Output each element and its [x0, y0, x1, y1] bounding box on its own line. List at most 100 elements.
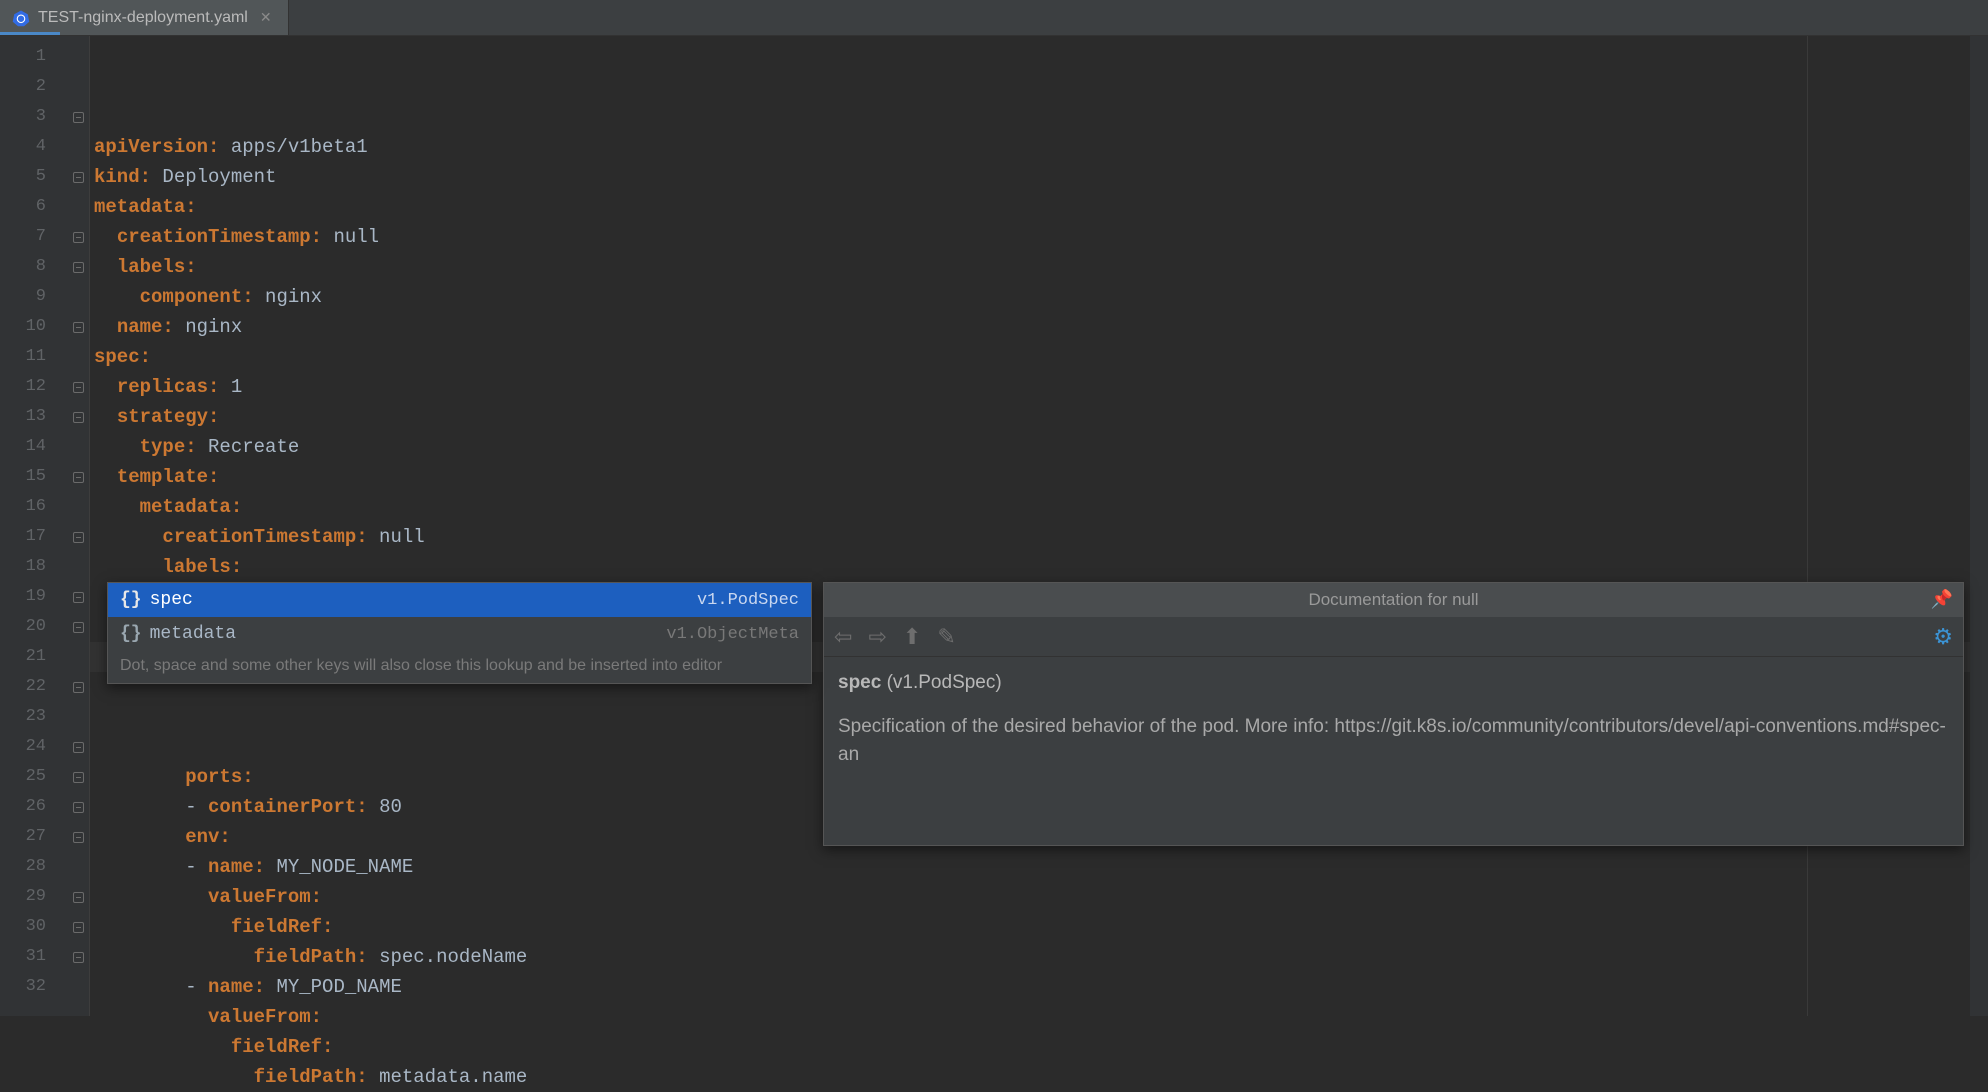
fold-toggle-icon[interactable] [73, 112, 84, 123]
forward-icon[interactable]: ⇨ [868, 624, 886, 650]
editor[interactable]: 1234567891011121314151617181920212223242… [0, 36, 1988, 1016]
gear-icon[interactable]: ⚙ [1933, 624, 1953, 650]
line-number: 1 [0, 42, 68, 72]
code-line[interactable]: valueFrom: [90, 882, 1988, 912]
fold-toggle-icon[interactable] [73, 172, 84, 183]
code-line[interactable]: strategy: [90, 402, 1988, 432]
doc-title: Documentation for null [1308, 590, 1478, 610]
line-number: 24 [0, 732, 68, 762]
line-number: 3 [0, 102, 68, 132]
line-number: 4 [0, 132, 68, 162]
line-number: 19 [0, 582, 68, 612]
line-number: 11 [0, 342, 68, 372]
code-line[interactable]: metadata: [90, 192, 1988, 222]
code-line[interactable]: valueFrom: [90, 1002, 1988, 1032]
line-number: 32 [0, 972, 68, 1002]
fold-toggle-icon[interactable] [73, 922, 84, 933]
code-line[interactable]: creationTimestamp: null [90, 222, 1988, 252]
code-line[interactable]: replicas: 1 [90, 372, 1988, 402]
fold-toggle-icon[interactable] [73, 262, 84, 273]
code-line[interactable]: creationTimestamp: null [90, 522, 1988, 552]
line-number: 26 [0, 792, 68, 822]
doc-toolbar: ⇦ ⇨ ⬆ ✎ ⚙ [824, 617, 1963, 657]
line-number: 12 [0, 372, 68, 402]
fold-toggle-icon[interactable] [73, 382, 84, 393]
line-number: 27 [0, 822, 68, 852]
right-margin-line [1807, 36, 1808, 1016]
fold-toggle-icon[interactable] [73, 892, 84, 903]
line-number-gutter: 1234567891011121314151617181920212223242… [0, 36, 68, 1016]
code-line[interactable]: spec: [90, 342, 1988, 372]
code-line[interactable]: fieldRef: [90, 912, 1988, 942]
code-line[interactable]: - name: MY_NODE_NAME [90, 852, 1988, 882]
code-line[interactable]: fieldRef: [90, 1032, 1988, 1062]
code-line[interactable]: apiVersion: apps/v1beta1 [90, 132, 1988, 162]
doc-body: spec (v1.PodSpec) Specification of the d… [824, 657, 1963, 781]
fold-toggle-icon[interactable] [73, 832, 84, 843]
code-area[interactable]: apiVersion: apps/v1beta1kind: Deployment… [90, 36, 1988, 1016]
code-line[interactable]: name: nginx [90, 312, 1988, 342]
line-number: 22 [0, 672, 68, 702]
object-icon: {} [120, 624, 142, 644]
fold-column [68, 36, 90, 1016]
kubernetes-icon [12, 9, 30, 27]
code-line[interactable]: component: nginx [90, 282, 1988, 312]
line-number: 14 [0, 432, 68, 462]
line-number: 8 [0, 252, 68, 282]
fold-toggle-icon[interactable] [73, 592, 84, 603]
fold-toggle-icon[interactable] [73, 742, 84, 753]
code-line[interactable]: fieldPath: metadata.name [90, 1062, 1988, 1092]
code-line[interactable]: labels: [90, 252, 1988, 282]
line-number: 21 [0, 642, 68, 672]
autocomplete-popup: {}specv1.PodSpec{}metadatav1.ObjectMeta … [107, 582, 812, 684]
marker-strip [1970, 36, 1988, 1016]
close-icon[interactable]: ✕ [256, 9, 276, 26]
fold-toggle-icon[interactable] [73, 772, 84, 783]
code-line[interactable]: kind: Deployment [90, 162, 1988, 192]
fold-toggle-icon[interactable] [73, 952, 84, 963]
autocomplete-item-type: v1.PodSpec [697, 591, 799, 610]
fold-toggle-icon[interactable] [73, 472, 84, 483]
line-number: 2 [0, 72, 68, 102]
autocomplete-item-type: v1.ObjectMeta [666, 625, 799, 644]
fold-toggle-icon[interactable] [73, 532, 84, 543]
code-line[interactable]: fieldPath: spec.nodeName [90, 942, 1988, 972]
fold-toggle-icon[interactable] [73, 412, 84, 423]
pin-icon[interactable]: 📌 [1931, 589, 1953, 610]
line-number: 20 [0, 612, 68, 642]
line-number: 31 [0, 942, 68, 972]
code-line[interactable]: metadata: [90, 492, 1988, 522]
up-icon[interactable]: ⬆ [903, 624, 921, 650]
code-line[interactable]: labels: [90, 552, 1988, 582]
line-number: 29 [0, 882, 68, 912]
doc-signature: spec (v1.PodSpec) [838, 669, 1949, 697]
fold-toggle-icon[interactable] [73, 232, 84, 243]
line-number: 18 [0, 552, 68, 582]
autocomplete-item[interactable]: {}specv1.PodSpec [108, 583, 811, 617]
line-number: 28 [0, 852, 68, 882]
fold-toggle-icon[interactable] [73, 802, 84, 813]
autocomplete-item-name: metadata [150, 624, 667, 644]
code-line[interactable]: template: [90, 462, 1988, 492]
fold-toggle-icon[interactable] [73, 682, 84, 693]
autocomplete-item-name: spec [150, 590, 697, 610]
code-line[interactable]: - name: MY_POD_NAME [90, 972, 1988, 1002]
line-number: 25 [0, 762, 68, 792]
doc-title-bar: Documentation for null 📌 [824, 583, 1963, 617]
line-number: 15 [0, 462, 68, 492]
file-tab[interactable]: TEST-nginx-deployment.yaml ✕ [0, 0, 289, 35]
edit-source-icon[interactable]: ✎ [937, 624, 955, 650]
tab-bar: TEST-nginx-deployment.yaml ✕ [0, 0, 1988, 36]
autocomplete-item[interactable]: {} metadatav1.ObjectMeta [108, 617, 811, 651]
line-number: 6 [0, 192, 68, 222]
back-icon[interactable]: ⇦ [834, 624, 852, 650]
code-line[interactable]: type: Recreate [90, 432, 1988, 462]
line-number: 10 [0, 312, 68, 342]
line-number: 5 [0, 162, 68, 192]
line-number: 9 [0, 282, 68, 312]
fold-toggle-icon[interactable] [73, 322, 84, 333]
line-number: 7 [0, 222, 68, 252]
autocomplete-hint: Dot, space and some other keys will also… [108, 651, 811, 683]
doc-description: Specification of the desired behavior of… [838, 713, 1949, 769]
fold-toggle-icon[interactable] [73, 622, 84, 633]
